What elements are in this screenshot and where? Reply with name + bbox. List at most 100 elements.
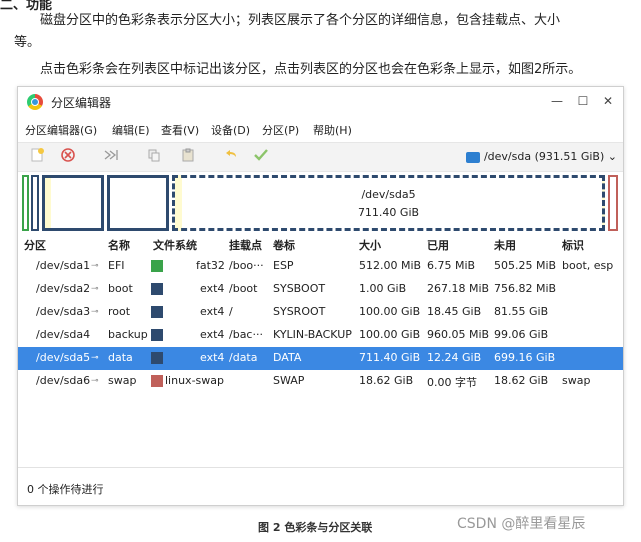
cell-partition: /dev/sda4 (36, 328, 91, 341)
col-label[interactable]: 卷标 (273, 237, 295, 253)
cell-used: 6.75 MiB (427, 259, 476, 272)
cell-name: backup (108, 328, 148, 341)
cell-name: boot (108, 282, 133, 295)
col-used[interactable]: 已用 (427, 237, 449, 253)
hard-disk-icon (465, 151, 480, 163)
cell-filesystem: ext4 (200, 305, 225, 318)
cell-used: 0.00 字节 (427, 376, 477, 389)
cell-partition: /dev/sda3 (36, 305, 91, 318)
partition-segment-sda3[interactable] (42, 175, 104, 231)
table-row[interactable]: /dev/sda3 ⊸ root ext4 / SYSROOT 100.00 G… (18, 301, 623, 324)
partition-segment-sda2[interactable] (31, 175, 39, 231)
delete-icon[interactable] (58, 147, 78, 167)
cell-mountpoint: /boo··· (229, 259, 264, 272)
partition-segment-sda5-selected[interactable]: /dev/sda5 711.40 GiB (172, 175, 605, 231)
cell-partition: /dev/sda5 (36, 351, 91, 364)
segment-size: 711.40 GiB (357, 206, 420, 219)
key-icon: ⊸ (91, 353, 99, 363)
cell-size: 711.40 GiB (359, 351, 421, 364)
col-unused[interactable]: 未用 (494, 237, 516, 253)
table-row[interactable]: /dev/sda4 backup ext4 /bac··· KYLIN-BACK… (18, 324, 623, 347)
partition-segment-sda1[interactable] (22, 175, 29, 231)
cell-label: SYSBOOT (273, 282, 326, 295)
fs-color-swatch (151, 283, 163, 295)
cell-partition: /dev/sda1 (36, 259, 91, 272)
partition-editor-window: 分区编辑器 — ☐ ✕ 分区编辑器(G) 编辑(E) 查看(V) 设备(D) 分… (17, 86, 624, 506)
cell-flags: boot, esp (562, 259, 614, 272)
cell-mountpoint: / (229, 305, 233, 318)
cell-used: 12.24 GiB (427, 351, 482, 364)
cell-flags: swap (562, 374, 591, 387)
cell-used: 18.45 GiB (427, 305, 482, 318)
paragraph-2: 点击色彩条会在列表区中标记出该分区，点击列表区的分区也会在色彩条上显示，如图2所… (40, 62, 582, 77)
maximize-button[interactable]: ☐ (575, 93, 591, 109)
col-filesystem[interactable]: 文件系统 (153, 237, 197, 253)
toolbar: /dev/sda (931.51 GiB) ⌄ (18, 142, 623, 172)
cell-unused: 756.82 MiB (494, 282, 557, 295)
cell-label: KYLIN-BACKUP (273, 328, 352, 341)
col-name[interactable]: 名称 (108, 237, 130, 253)
device-selector[interactable]: /dev/sda (931.51 GiB) ⌄ (465, 148, 617, 166)
undo-icon[interactable] (221, 147, 241, 167)
paragraph-1-continued: 等。 (14, 35, 41, 50)
app-icon (27, 94, 43, 110)
close-button[interactable]: ✕ (600, 93, 616, 109)
cell-unused: 99.06 GiB (494, 328, 549, 341)
table-row[interactable]: /dev/sda2 ⊸ boot ext4 /boot SYSBOOT 1.00… (18, 278, 623, 301)
menu-edit[interactable]: 编辑(E) (112, 122, 150, 138)
cell-unused: 505.25 MiB (494, 259, 557, 272)
menu-partition-editor[interactable]: 分区编辑器(G) (25, 122, 97, 138)
copy-icon[interactable] (144, 147, 164, 167)
col-flags[interactable]: 标识 (562, 237, 584, 253)
resize-icon[interactable] (101, 147, 121, 167)
cell-used: 267.18 MiB (427, 282, 490, 295)
cell-used: 960.05 MiB (427, 328, 490, 341)
cell-name: EFI (108, 259, 125, 272)
titlebar: 分区编辑器 — ☐ ✕ (18, 87, 623, 117)
cell-filesystem: linux-swap (165, 374, 224, 387)
cell-name: data (108, 351, 133, 364)
paste-icon[interactable] (178, 147, 198, 167)
paragraph-1: 磁盘分区中的色彩条表示分区大小；列表区展示了各个分区的详细信息，包含挂载点、大小 (40, 13, 561, 28)
apply-icon[interactable] (251, 147, 271, 167)
col-partition[interactable]: 分区 (24, 237, 46, 253)
cell-unused: 18.62 GiB (494, 374, 549, 387)
partition-color-bar: /dev/sda5 711.40 GiB (18, 175, 623, 231)
cell-mountpoint: /boot (229, 282, 258, 295)
segment-name: /dev/sda5 (361, 188, 416, 201)
key-icon: ⊸ (91, 261, 99, 271)
col-size[interactable]: 大小 (359, 237, 381, 253)
cell-label: SYSROOT (273, 305, 326, 318)
cell-filesystem: ext4 (200, 328, 225, 341)
cell-filesystem: ext4 (200, 351, 225, 364)
menu-device[interactable]: 设备(D) (211, 122, 250, 138)
minimize-button[interactable]: — (549, 93, 565, 109)
fs-color-swatch (151, 375, 163, 387)
cell-partition: /dev/sda2 (36, 282, 91, 295)
status-bar: 0 个操作待进行 (18, 467, 623, 506)
table-row[interactable]: /dev/sda1 ⊸ EFI fat32 /boo··· ESP 512.00… (18, 255, 623, 278)
table-row[interactable]: /dev/sda6 ⊸ swap linux-swap SWAP 18.62 G… (18, 370, 623, 393)
cell-mountpoint: /bac··· (229, 328, 263, 341)
new-partition-icon[interactable] (27, 147, 47, 167)
key-icon: ⊸ (91, 307, 99, 317)
cell-size: 100.00 GiB (359, 328, 421, 341)
menu-help[interactable]: 帮助(H) (313, 122, 352, 138)
chevron-down-icon: ⌄ (607, 150, 617, 163)
col-mountpoint[interactable]: 挂载点 (229, 237, 262, 253)
fs-color-swatch (151, 306, 163, 318)
key-icon: ⊸ (91, 284, 99, 294)
watermark: CSDN @醉里看星辰 (457, 516, 586, 532)
table-row-selected[interactable]: /dev/sda5 ⊸ data ext4 /data DATA 711.40 … (18, 347, 623, 370)
partition-segment-sda4[interactable] (107, 175, 169, 231)
cell-label: DATA (273, 351, 302, 364)
cell-name: root (108, 305, 131, 318)
figure-caption: 图 2 色彩条与分区关联 (258, 521, 373, 534)
fs-color-swatch (151, 352, 163, 364)
cell-size: 18.62 GiB (359, 374, 414, 387)
device-label: /dev/sda (931.51 GiB) (483, 150, 605, 163)
partition-segment-sda6[interactable] (608, 175, 618, 231)
menu-partition[interactable]: 分区(P) (262, 122, 299, 138)
menu-view[interactable]: 查看(V) (161, 122, 199, 138)
cell-label: ESP (273, 259, 294, 272)
